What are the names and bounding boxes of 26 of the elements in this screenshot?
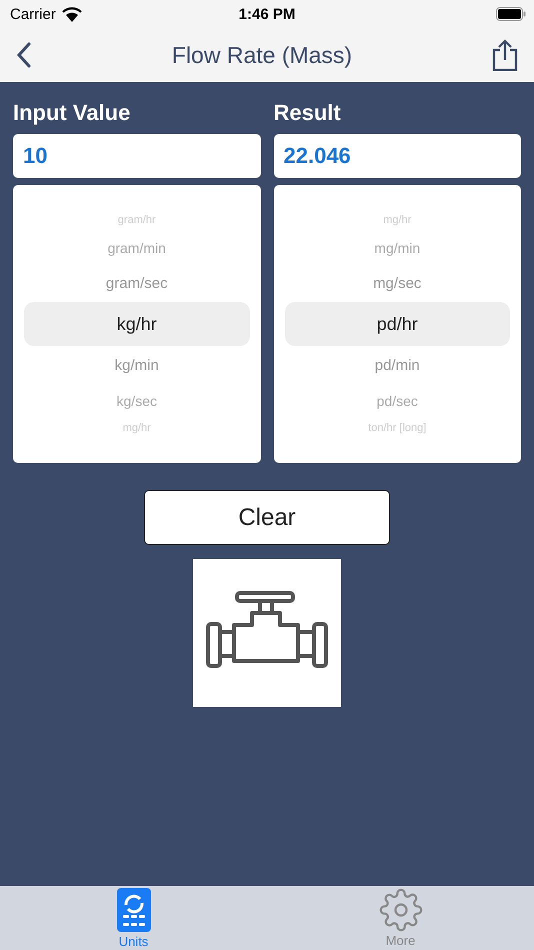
- tab-bar-item[interactable]: More: [267, 886, 534, 950]
- input-field[interactable]: 10: [13, 134, 260, 178]
- unit-option[interactable]: mg/min: [284, 231, 510, 264]
- screen-title: Flow Rate (Mass): [172, 42, 352, 68]
- unit-option[interactable]: kg/min: [24, 346, 250, 384]
- unit-option[interactable]: kg/sec: [24, 384, 250, 417]
- back-icon[interactable]: [16, 42, 32, 68]
- unit-option[interactable]: kg/hr: [24, 302, 250, 346]
- converter-icon: [116, 887, 152, 933]
- unit-option[interactable]: pd/sec: [284, 384, 510, 417]
- result-field[interactable]: 22.046: [274, 134, 521, 178]
- carrier-label: Carrier: [10, 6, 56, 22]
- section-label: Input Value: [13, 100, 132, 126]
- unit-option[interactable]: pd/min: [284, 346, 510, 384]
- tab-bar-item[interactable]: Units: [0, 886, 267, 950]
- unit-option[interactable]: gram/sec: [24, 264, 250, 302]
- unit-option[interactable]: pd/hr: [284, 302, 510, 346]
- unit-option[interactable]: mg/sec: [284, 264, 510, 302]
- unit-option[interactable]: gram/min: [24, 231, 250, 264]
- clock-time: 1:46 PM: [238, 6, 296, 22]
- battery-icon: [496, 7, 526, 21]
- share-icon[interactable]: [492, 39, 518, 71]
- settings-icon: [378, 888, 422, 932]
- section-label: Result: [274, 100, 342, 126]
- wifi-icon: [62, 6, 82, 22]
- clear-button[interactable]: Clear: [144, 490, 390, 545]
